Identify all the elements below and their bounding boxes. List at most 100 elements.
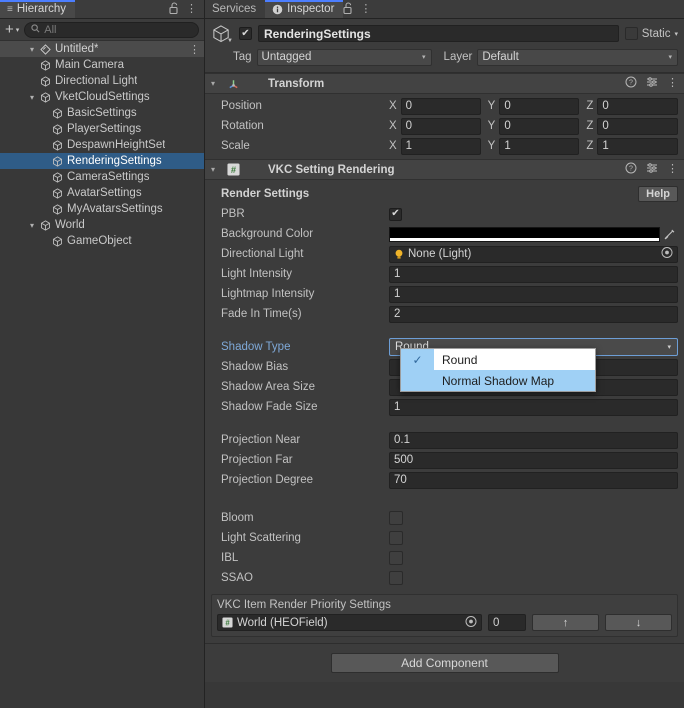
menu-item-normal-shadow-map[interactable]: Normal Shadow Map [401,370,595,391]
render-priority-number-input[interactable]: 0 [488,614,526,631]
kebab-menu-icon[interactable]: ⋮ [189,41,200,57]
hierarchy-item-despawnheightset[interactable]: DespawnHeightSet [0,137,204,153]
hierarchy-item-main-camera[interactable]: Main Camera [0,57,204,73]
axis-y: Y1 [488,138,580,155]
axis-input-z[interactable]: 1 [597,138,678,155]
kebab-menu-icon[interactable]: ⋮ [360,4,371,15]
background-color-swatch[interactable] [389,227,660,242]
tab-inspector[interactable]: Inspector [265,0,343,18]
static-toggle[interactable]: Static ▾ [625,27,678,40]
tab-hierarchy[interactable]: ≡ Hierarchy [0,0,75,18]
axis-input-z[interactable]: 0 [597,98,678,115]
hierarchy-item-basicsettings[interactable]: BasicSettings [0,105,204,121]
render-priority-objectfield[interactable]: # World (HEOField) [217,614,482,631]
hierarchy-item-directional-light[interactable]: Directional Light [0,73,204,89]
light-row-input[interactable]: 2 [389,306,678,323]
help-icon[interactable]: ? [625,162,637,177]
light-row-label: Lightmap Intensity [211,288,389,300]
help-icon[interactable]: ? [625,76,637,91]
shadow-row-input[interactable]: 1 [389,399,678,416]
chevron-down-icon[interactable]: ▾ [26,221,38,230]
axis-z: Z0 [586,118,678,135]
projection-row-input[interactable]: 500 [389,452,678,469]
help-button[interactable]: Help [638,186,678,202]
hierarchy-item-playersettings[interactable]: PlayerSettings [0,121,204,137]
toggle-row-checkbox[interactable] [389,571,403,585]
kebab-menu-icon[interactable]: ⋮ [186,4,197,15]
toggle-row-checkbox[interactable] [389,511,403,525]
hierarchy-item-gameobject[interactable]: GameObject [0,233,204,249]
vkc-component-header[interactable]: ▾ # VKC Setting Rendering ? ⋮ [205,159,684,180]
axis-label-x: X [389,120,397,132]
spacer-2 [211,417,678,430]
layer-dropdown[interactable]: Default ▾ [477,49,678,66]
eyedropper-icon[interactable] [660,228,678,241]
hierarchy-item-label: AvatarSettings [67,187,142,199]
axis-input-x[interactable]: 0 [401,118,481,135]
chevron-down-icon[interactable]: ▾ [674,30,678,38]
chevron-down-icon[interactable]: ▾ [211,165,221,174]
kebab-menu-icon[interactable]: ⋮ [667,164,678,175]
tab-services[interactable]: Services [205,0,265,18]
create-object-button[interactable]: + ▾ [5,22,19,37]
shadow-type-dropdown-menu[interactable]: ✓RoundNormal Shadow Map [400,348,596,392]
move-up-button[interactable]: ↑ [532,614,599,631]
add-component-area: Add Component [205,643,684,682]
move-down-button[interactable]: ↓ [605,614,672,631]
axis-input-z[interactable]: 0 [597,118,678,135]
projection-row-label: Projection Degree [211,474,389,486]
kebab-menu-icon[interactable]: ⋮ [667,78,678,89]
transform-title: Transform [268,78,324,90]
axis-label-z: Z [586,100,593,112]
object-picker-icon[interactable] [661,247,673,262]
hierarchy-item-camerasettings[interactable]: CameraSettings [0,169,204,185]
hierarchy-item-label: Directional Light [55,75,137,87]
chevron-down-icon[interactable]: ▾ [26,93,38,102]
gameobject-name-input[interactable]: RenderingSettings [258,25,619,42]
toggle-row-checkbox[interactable] [389,551,403,565]
gameobject-enabled-checkbox[interactable]: ✔ [239,27,252,40]
axis-input-y[interactable]: 1 [499,138,579,155]
pbr-checkbox[interactable]: ✔ [389,208,402,221]
axis-input-x[interactable]: 1 [401,138,481,155]
preset-icon[interactable] [646,76,658,91]
object-picker-icon[interactable] [465,615,477,630]
chevron-down-icon[interactable]: ▼ [227,38,233,44]
hierarchy-item-renderingsettings[interactable]: RenderingSettings [0,153,204,169]
projection-row-input[interactable]: 0.1 [389,432,678,449]
axis-input-y[interactable]: 0 [499,98,579,115]
axis-input-y[interactable]: 0 [499,118,579,135]
axis-input-x[interactable]: 0 [401,98,481,115]
directional-light-objectfield[interactable]: None (Light) [389,246,678,263]
hierarchy-item-label: GameObject [67,235,132,247]
projection-row-input[interactable]: 70 [389,472,678,489]
hierarchy-item-avatarsettings[interactable]: AvatarSettings [0,185,204,201]
lock-open-icon[interactable] [169,2,179,17]
hierarchy-scene-row[interactable]: ▾ Untitled* ⋮ [0,41,204,57]
svg-text:#: # [225,618,230,627]
gameobject-icon [50,156,64,167]
background-color-label: Background Color [211,228,389,240]
directional-light-value: None (Light) [408,248,471,260]
tag-dropdown[interactable]: Untagged ▾ [257,49,432,66]
search-input[interactable]: All [24,22,199,38]
preset-icon[interactable] [646,162,658,177]
arrow-up-icon: ↑ [563,617,569,629]
lock-open-icon[interactable] [343,2,353,17]
menu-item-round[interactable]: ✓Round [401,349,595,370]
toggle-row-ssao: SSAO [211,568,678,588]
chevron-down-icon[interactable]: ▾ [26,45,38,54]
hierarchy-item-myavatarssettings[interactable]: MyAvatarsSettings [0,201,204,217]
static-checkbox[interactable] [625,27,638,40]
light-row-input[interactable]: 1 [389,286,678,303]
hierarchy-item-label: BasicSettings [67,107,137,119]
transform-component-header[interactable]: ▾ Transform ? [205,73,684,94]
toggle-row-checkbox[interactable] [389,531,403,545]
transform-rows: PositionX0Y0Z0RotationX0Y0Z0ScaleX1Y1Z1 [211,96,678,156]
light-row-input[interactable]: 1 [389,266,678,283]
hierarchy-item-world[interactable]: ▾World [0,217,204,233]
layer-value: Default [482,51,518,63]
chevron-down-icon[interactable]: ▾ [211,79,221,88]
add-component-button[interactable]: Add Component [331,653,559,673]
hierarchy-item-vketcloudsettings[interactable]: ▾VketCloudSettings [0,89,204,105]
